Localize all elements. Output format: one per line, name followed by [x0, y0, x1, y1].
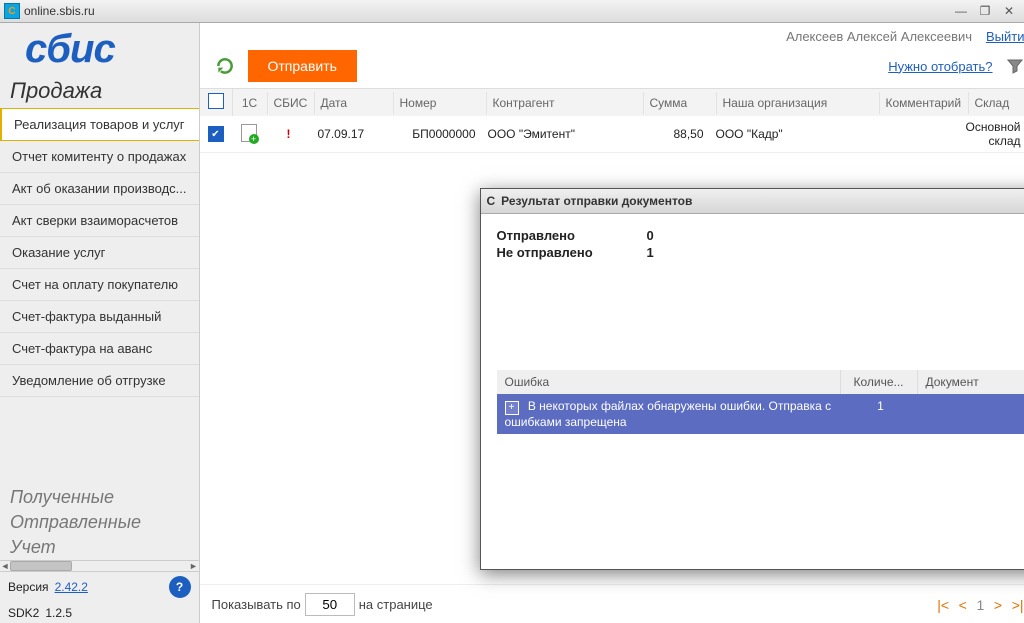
- pager-last[interactable]: >|: [1009, 597, 1024, 613]
- toolbar: Отправить Нужно отобрать?: [200, 44, 1024, 88]
- sidebar-section-sent[interactable]: Отправленные: [0, 510, 199, 535]
- error-text: В некоторых файлах обнаружены ошибки. От…: [505, 399, 832, 429]
- footer-show-label: Показывать по: [212, 597, 301, 612]
- cell-comm: [872, 130, 960, 138]
- sidebar-item-invoice[interactable]: Счет на оплату покупателю: [0, 269, 199, 301]
- sidebar-hscroll[interactable]: ◄►: [0, 560, 199, 572]
- close-button[interactable]: ✕: [998, 3, 1020, 19]
- sidebar-item-report[interactable]: Отчет комитенту о продажах: [0, 141, 199, 173]
- dialog-titlebar[interactable]: С Результат отправки документов — ☐ ✕: [481, 189, 1024, 214]
- error-row[interactable]: + В некоторых файлах обнаружены ошибки. …: [497, 394, 1024, 434]
- errcol-error[interactable]: Ошибка: [497, 370, 841, 394]
- errcol-count[interactable]: Количе...: [841, 370, 918, 394]
- sidebar-menu: Реализация товаров и услуг Отчет комитен…: [0, 108, 199, 397]
- window-title: online.sbis.ru: [24, 4, 95, 18]
- cell-org: ООО "Кадр": [710, 123, 872, 145]
- sidebar-item-act-rec[interactable]: Акт сверки взаиморасчетов: [0, 205, 199, 237]
- cell-sum: 88,50: [638, 123, 710, 145]
- version-link[interactable]: 2.42.2: [55, 580, 88, 594]
- page-size-input[interactable]: [305, 593, 355, 616]
- sdk-row: SDK2 1.2.5: [0, 602, 199, 623]
- col-wh[interactable]: Склад: [969, 92, 1024, 114]
- table-row[interactable]: ! 07.09.17 БП0000000 ООО "Эмитент" 88,50…: [200, 116, 1024, 153]
- sidebar-item-realization[interactable]: Реализация товаров и услуг: [0, 108, 199, 141]
- app-icon: С: [487, 194, 496, 208]
- send-button[interactable]: Отправить: [248, 50, 357, 82]
- sidebar-section-accounting[interactable]: Учет: [0, 535, 199, 560]
- error-doc: [919, 394, 1024, 434]
- section-title: Продажа: [0, 72, 199, 108]
- errors-table: Ошибка Количе... Документ + В некоторых …: [497, 370, 1024, 434]
- pager-current: 1: [973, 597, 987, 613]
- documents-table: 1С СБИС Дата Номер Контрагент Сумма Наша…: [200, 88, 1024, 153]
- filter-hint-link[interactable]: Нужно отобрать?: [888, 59, 992, 74]
- send-result-dialog: С Результат отправки документов — ☐ ✕ От…: [480, 188, 1024, 570]
- dialog-body: Отправлено 0 Не отправлено 1 Ошибка Коли…: [481, 214, 1024, 446]
- cell-wh: Основной склад: [960, 116, 1024, 152]
- logout-link[interactable]: Выйти: [986, 29, 1024, 44]
- unsent-label: Не отправлено: [497, 245, 647, 260]
- help-icon[interactable]: ?: [169, 576, 191, 598]
- sidebar-item-shipment[interactable]: Уведомление об отгрузке: [0, 365, 199, 397]
- dialog-title: Результат отправки документов: [501, 194, 692, 208]
- footer-on-page: на странице: [359, 597, 433, 612]
- pager-next[interactable]: >: [991, 597, 1005, 613]
- app-icon: С: [4, 3, 20, 19]
- expand-icon[interactable]: +: [505, 401, 519, 415]
- col-sbis[interactable]: СБИС: [268, 92, 315, 114]
- cell-date: 07.09.17: [312, 123, 390, 145]
- col-1c[interactable]: 1С: [233, 92, 268, 114]
- sent-label: Отправлено: [497, 228, 647, 243]
- col-sum[interactable]: Сумма: [644, 92, 717, 114]
- alert-icon: !: [266, 123, 312, 145]
- col-org[interactable]: Наша организация: [717, 92, 880, 114]
- minimize-button[interactable]: —: [950, 3, 972, 19]
- pager-prev[interactable]: <: [956, 597, 970, 613]
- version-row: Версия 2.42.2 ?: [0, 572, 199, 602]
- window-titlebar: С online.sbis.ru — ❐ ✕: [0, 0, 1024, 23]
- user-bar: Алексеев Алексей Алексеевич Выйти: [200, 23, 1024, 44]
- logo: сбис: [0, 23, 199, 72]
- main-area: Алексеев Алексей Алексеевич Выйти Отправ…: [200, 23, 1024, 623]
- table-header: 1С СБИС Дата Номер Контрагент Сумма Наша…: [200, 89, 1024, 116]
- sdk-value: 1.2.5: [45, 606, 72, 620]
- errcol-doc[interactable]: Документ: [918, 370, 1024, 394]
- col-num[interactable]: Номер: [394, 92, 487, 114]
- sidebar-item-factura[interactable]: Счет-фактура выданный: [0, 301, 199, 333]
- sent-value: 0: [647, 228, 687, 243]
- unsent-value: 1: [647, 245, 687, 260]
- error-count: 1: [843, 394, 919, 434]
- sidebar-item-factura-advance[interactable]: Счет-фактура на аванс: [0, 333, 199, 365]
- sidebar: сбис Продажа Реализация товаров и услуг …: [0, 23, 200, 623]
- maximize-button[interactable]: ❐: [974, 3, 996, 19]
- cell-contr: ООО "Эмитент": [482, 123, 638, 145]
- col-date[interactable]: Дата: [315, 92, 394, 114]
- col-comm[interactable]: Комментарий: [880, 92, 969, 114]
- sidebar-section-received[interactable]: Полученные: [0, 485, 199, 510]
- refresh-icon[interactable]: [214, 55, 236, 77]
- sidebar-item-services[interactable]: Оказание услуг: [0, 237, 199, 269]
- row-checkbox[interactable]: [208, 126, 224, 142]
- new-doc-icon: [241, 124, 257, 142]
- sdk-label: SDK2: [8, 606, 39, 620]
- cell-num: БП0000000: [390, 123, 482, 145]
- footer: Показывать по на странице |< < 1 > >|: [200, 584, 1024, 623]
- select-all-checkbox[interactable]: [208, 93, 224, 109]
- pager: |< < 1 > >|: [934, 597, 1024, 613]
- user-name: Алексеев Алексей Алексеевич: [786, 29, 972, 44]
- version-label: Версия: [8, 580, 49, 594]
- col-contr[interactable]: Контрагент: [487, 92, 644, 114]
- sidebar-item-act-prod[interactable]: Акт об оказании производс...: [0, 173, 199, 205]
- filter-icon[interactable]: [1005, 56, 1024, 76]
- pager-first[interactable]: |<: [934, 597, 952, 613]
